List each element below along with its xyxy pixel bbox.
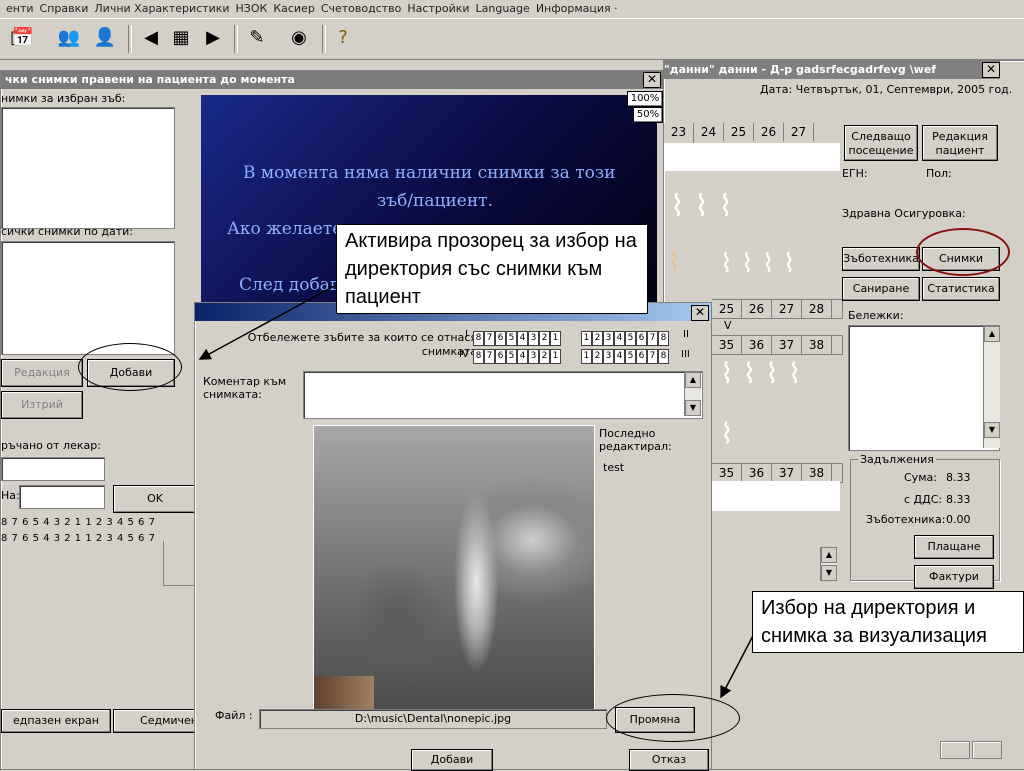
callout-bottom: Избор на директория и снимка за визуализ… (752, 591, 1024, 653)
arrow-to-change (720, 629, 757, 699)
callout-top: Активира прозорец за избор на директория… (336, 224, 648, 314)
arrow-to-add (198, 284, 337, 360)
